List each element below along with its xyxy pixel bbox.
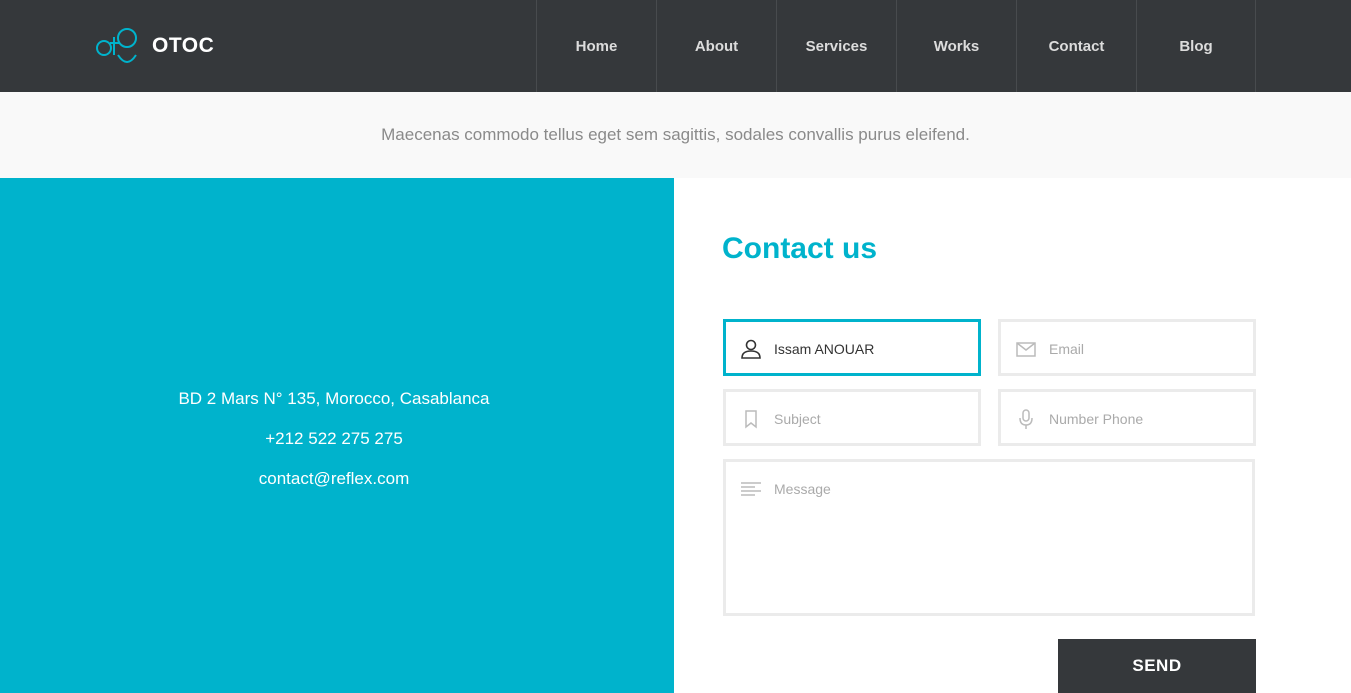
tagline-text: Maecenas commodo tellus eget sem sagitti… [381, 125, 970, 144]
tagline-band: Maecenas commodo tellus eget sem sagitti… [0, 92, 1351, 178]
name-value: Issam ANOUAR [774, 341, 875, 357]
nav-works[interactable]: Works [896, 0, 1016, 92]
main-nav: Home About Services Works Contact Blog [536, 0, 1256, 92]
subject-placeholder: Subject [774, 411, 821, 427]
nav-contact[interactable]: Contact [1016, 0, 1136, 92]
nav-home[interactable]: Home [536, 0, 656, 92]
contact-info-panel: BD 2 Mars N° 135, Morocco, Casablanca +2… [0, 178, 674, 693]
nav-services[interactable]: Services [776, 0, 896, 92]
phone-text: +212 522 275 275 [265, 429, 403, 448]
user-icon [741, 339, 761, 359]
email-field[interactable]: Email [998, 319, 1256, 376]
name-field[interactable]: Issam ANOUAR [723, 319, 981, 376]
microphone-icon [1019, 409, 1033, 429]
site-header: OTOC Home About Services Works Contact B… [0, 0, 1351, 92]
logo-text: OTOC [152, 34, 215, 57]
phone-placeholder: Number Phone [1049, 411, 1144, 427]
nav-blog[interactable]: Blog [1136, 0, 1256, 92]
otoc-logo-icon [96, 28, 137, 63]
envelope-icon [1016, 342, 1036, 357]
send-button[interactable]: SEND [1058, 639, 1256, 693]
phone-field[interactable]: Number Phone [998, 389, 1256, 446]
contact-title: Contact us [722, 232, 878, 265]
bookmark-icon [745, 410, 757, 429]
nav-about[interactable]: About [656, 0, 776, 92]
message-field[interactable]: Message [723, 459, 1255, 616]
email-placeholder: Email [1049, 341, 1085, 357]
message-placeholder: Message [774, 481, 831, 497]
text-lines-icon [741, 482, 761, 496]
logo[interactable]: OTOC [96, 25, 214, 67]
email-text[interactable]: contact@reflex.com [0, 469, 668, 489]
subject-field[interactable]: Subject [723, 389, 981, 446]
address-text: BD 2 Mars N° 135, Morocco, Casablanca [178, 389, 490, 408]
